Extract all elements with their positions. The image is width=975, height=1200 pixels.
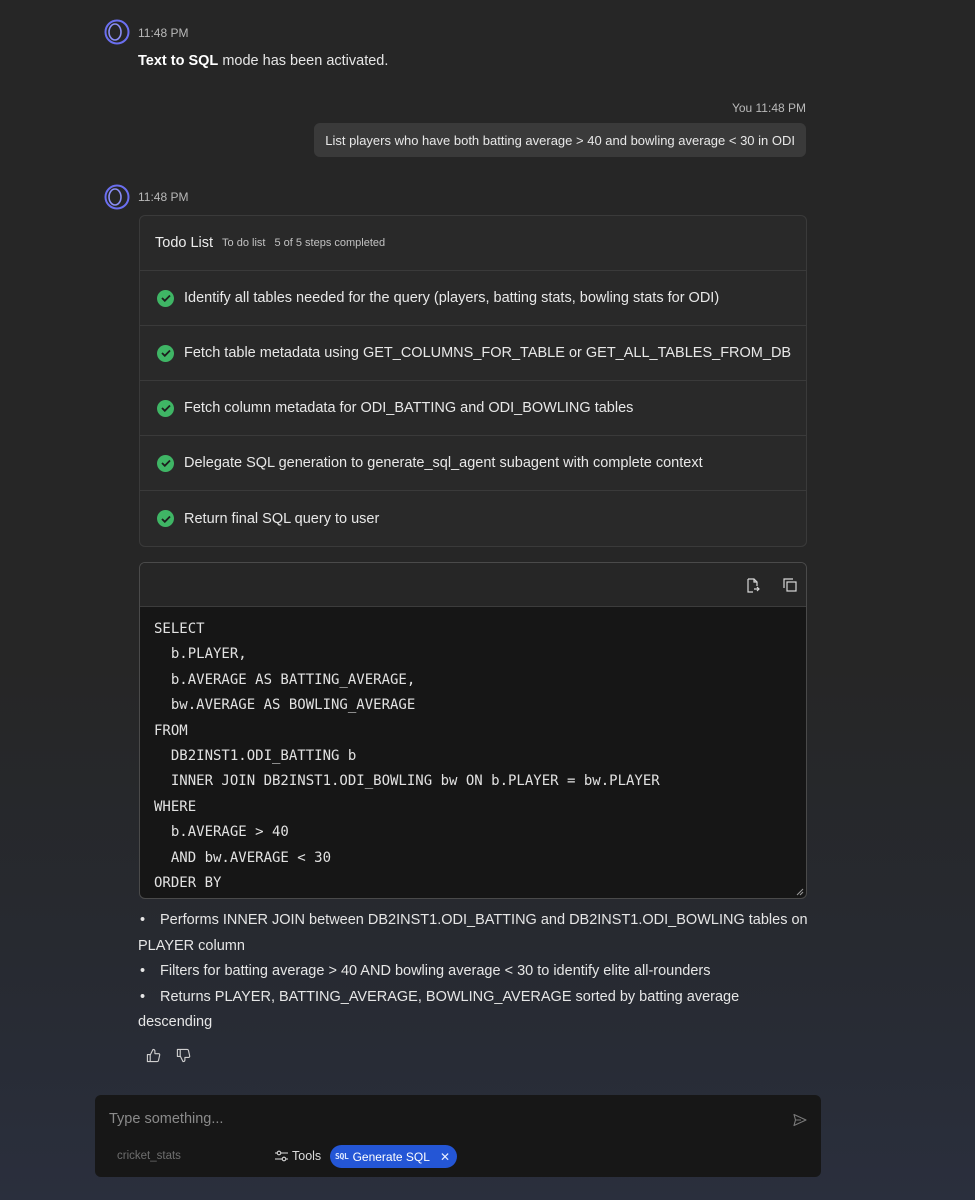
todo-item-label: Identify all tables needed for the query… bbox=[184, 290, 720, 306]
tools-label: Tools bbox=[292, 1149, 322, 1163]
insert-file-button[interactable] bbox=[744, 576, 762, 594]
todo-item-label: Return final SQL query to user bbox=[184, 510, 380, 527]
generate-sql-label: Generate SQL bbox=[352, 1149, 430, 1164]
thumbs-up-button[interactable] bbox=[145, 1047, 161, 1063]
summary-item: Filters for batting average > 40 AND bow… bbox=[138, 959, 808, 985]
thumbs-down-icon bbox=[176, 1048, 190, 1062]
thumbs-down-button[interactable] bbox=[175, 1047, 191, 1063]
code-line: AND bw.AVERAGE < 30 bbox=[154, 849, 332, 866]
user-message-text: List players who have both batting avera… bbox=[325, 132, 795, 148]
code-line: INNER JOIN DB2INST1.ODI_BOWLING bw ON b.… bbox=[154, 773, 660, 790]
message-composer: cricket_stats Tools SQL Generate SQL ✕ bbox=[95, 1095, 821, 1177]
message-input[interactable] bbox=[109, 1108, 759, 1130]
todo-list-panel: Todo List To do list 5 of 5 steps comple… bbox=[139, 215, 807, 547]
check-circle-icon bbox=[157, 454, 174, 472]
code-toolbar bbox=[140, 563, 806, 607]
check-circle-icon bbox=[157, 399, 174, 417]
system-message: Text to SQL mode has been activated. bbox=[138, 53, 388, 69]
assistant-message-time: 11:48 PM bbox=[138, 190, 189, 204]
todo-list-progress: 5 of 5 steps completed bbox=[274, 237, 386, 249]
assistant-avatar-icon bbox=[104, 184, 130, 210]
system-message-text: mode has been activated. bbox=[218, 53, 389, 69]
generate-sql-chip[interactable]: SQL Generate SQL ✕ bbox=[330, 1145, 458, 1168]
resize-handle-icon[interactable] bbox=[796, 888, 804, 896]
user-message-bubble: List players who have both batting avera… bbox=[314, 123, 806, 157]
database-selector[interactable]: cricket_stats bbox=[117, 1150, 181, 1162]
summary-list: Performs INNER JOIN between DB2INST1.ODI… bbox=[138, 908, 808, 1036]
todo-item: Identify all tables needed for the query… bbox=[140, 271, 806, 326]
code-line: DB2INST1.ODI_BATTING b bbox=[154, 748, 357, 765]
send-icon[interactable] bbox=[793, 1113, 807, 1127]
system-message-time: 11:48 PM bbox=[138, 26, 189, 40]
summary-item: Returns PLAYER, BATTING_AVERAGE, BOWLING… bbox=[138, 985, 808, 1036]
todo-list-subtitle: To do list bbox=[222, 237, 266, 249]
code-line: FROM bbox=[154, 722, 188, 739]
copy-code-button[interactable] bbox=[781, 576, 799, 594]
code-line: SELECT bbox=[154, 621, 205, 637]
check-circle-icon bbox=[157, 289, 174, 307]
sliders-icon bbox=[275, 1150, 288, 1162]
todo-item: Fetch table metadata using GET_COLUMNS_F… bbox=[140, 326, 806, 381]
todo-item: Return final SQL query to user bbox=[140, 491, 806, 546]
user-message-meta: You 11:48 PM bbox=[731, 101, 806, 115]
todo-list-title: Todo List bbox=[155, 235, 214, 251]
todo-item: Fetch column metadata for ODI_BATTING an… bbox=[140, 381, 806, 436]
check-circle-icon bbox=[157, 510, 174, 527]
system-message-mode: Text to SQL bbox=[138, 53, 219, 69]
copy-icon bbox=[783, 578, 797, 592]
file-export-icon bbox=[747, 577, 760, 593]
remove-chip-icon[interactable]: ✕ bbox=[440, 1150, 450, 1164]
todo-item-label: Fetch column metadata for ODI_BATTING an… bbox=[184, 400, 634, 416]
todo-item-label: Delegate SQL generation to generate_sql_… bbox=[184, 455, 703, 471]
todo-list-header: Todo List To do list 5 of 5 steps comple… bbox=[140, 216, 806, 271]
feedback-actions bbox=[145, 1047, 191, 1063]
code-line: b.AVERAGE > 40 bbox=[154, 824, 289, 841]
sql-tag-icon: SQL bbox=[335, 1152, 349, 1161]
code-line: b.PLAYER, bbox=[154, 646, 247, 663]
assistant-avatar-icon bbox=[104, 19, 130, 45]
code-line: ORDER BY bbox=[154, 875, 222, 892]
sql-code-text[interactable]: SELECT b.PLAYER, b.AVERAGE AS BATTING_AV… bbox=[140, 607, 806, 896]
code-line: bw.AVERAGE AS BOWLING_AVERAGE bbox=[154, 697, 416, 714]
tools-button[interactable]: Tools bbox=[275, 1149, 321, 1163]
code-line: WHERE bbox=[154, 798, 197, 815]
todo-item-label: Fetch table metadata using GET_COLUMNS_F… bbox=[184, 345, 792, 361]
code-line: b.AVERAGE AS BATTING_AVERAGE, bbox=[154, 671, 416, 688]
thumbs-up-icon bbox=[146, 1048, 160, 1062]
sql-code-block: SELECT b.PLAYER, b.AVERAGE AS BATTING_AV… bbox=[139, 562, 807, 899]
todo-item: Delegate SQL generation to generate_sql_… bbox=[140, 436, 806, 491]
check-circle-icon bbox=[157, 344, 174, 362]
summary-item: Performs INNER JOIN between DB2INST1.ODI… bbox=[138, 908, 808, 959]
